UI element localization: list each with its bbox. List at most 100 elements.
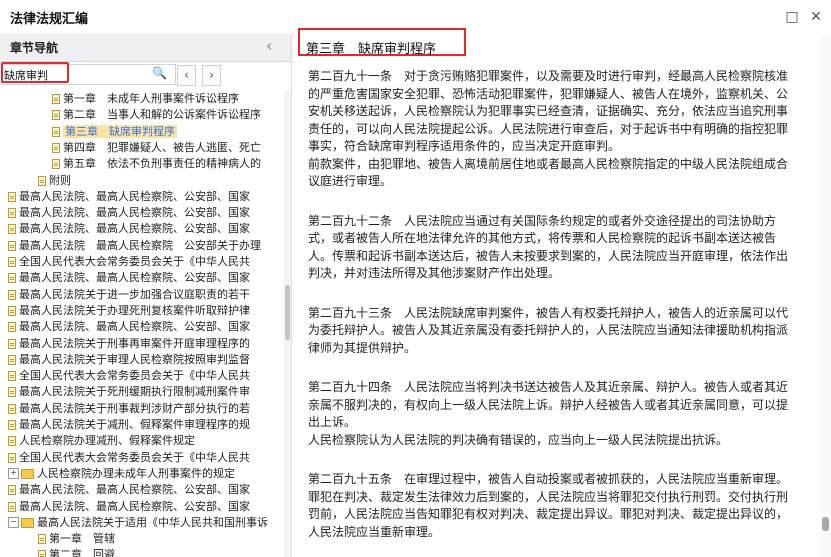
tree-item[interactable]: 最高人民法院关于减刑、假释案件审理程序的规 bbox=[0, 417, 284, 432]
tree-item-label[interactable]: 最高人民法院 最高人民检察院 公安部关于办理 bbox=[19, 239, 261, 252]
tree-item[interactable]: 第五章 依法不负刑事责任的精神病人的 bbox=[0, 156, 284, 171]
tree-item-label[interactable]: 最高人民法院、最高人民检察院、公安部、国家 bbox=[19, 320, 250, 333]
chapter-tree: 第一章 未成年人刑事案件诉讼程序第二章 当事人和解的公诉案件诉讼程序 第三章 缺席… bbox=[0, 90, 284, 557]
prev-result-button[interactable]: ‹ bbox=[177, 65, 196, 86]
tree-item-label[interactable]: 人民检察院办理未成年人刑事案件的规定 bbox=[37, 467, 235, 480]
document-icon bbox=[8, 403, 16, 414]
restore-icon[interactable]: □ bbox=[782, 7, 802, 27]
tree-item-label[interactable]: 最高人民法院、最高人民检察院、公安部、国家 bbox=[19, 500, 250, 513]
tree-item[interactable]: 最高人民法院、最高人民检察院、公安部、国家 bbox=[0, 319, 284, 334]
document-icon bbox=[8, 420, 16, 430]
tree-item-label[interactable]: 最高人民法院、最高人民检察院、公安部、国家 bbox=[19, 222, 250, 235]
content-panel: 第三章 缺席审判程序 第二百九十一条 对于贪污贿赂犯罪案件，以及需要及时进行审判… bbox=[292, 28, 831, 557]
tree-item[interactable]: 最高人民法院关于死刑缓期执行限制减刑案件审 bbox=[0, 384, 284, 399]
tree-item-label[interactable]: 第一章 管辖 bbox=[49, 532, 115, 545]
article-paragraph: 第二百九十一条 对于贪污贿赂犯罪案件，以及需要及时进行审判，经最高人民检察院核准… bbox=[308, 69, 789, 153]
tree-item-label[interactable]: 人民检察院办理减刑、假释案件规定 bbox=[19, 434, 195, 447]
document-icon bbox=[8, 305, 16, 316]
tree-item-label[interactable]: 最高人民法院关于死刑缓期执行限制减刑案件审 bbox=[19, 385, 250, 398]
tree-item[interactable]: 第四章 犯罪嫌疑人、被告人逃匿、死亡 bbox=[0, 140, 284, 155]
tree-item[interactable]: 第一章 管辖 bbox=[0, 531, 284, 546]
tree-item[interactable]: 全国人民代表大会常务委员会关于《中华人民共 bbox=[0, 450, 284, 465]
tree-item[interactable]: 附则 bbox=[0, 173, 284, 188]
close-icon[interactable]: ✕ bbox=[806, 7, 826, 27]
tree-item-label[interactable]: 最高人民法院关于进一步加强合议庭职责的若干 bbox=[19, 288, 250, 301]
tree-item[interactable]: + 人民检察院办理未成年人刑事案件的规定 bbox=[0, 466, 284, 481]
tree-item[interactable]: 最高人民法院关于刑事裁判涉财产部分执行的若 bbox=[0, 401, 284, 416]
tree-item-label[interactable]: 第一章 未成年人刑事案件诉讼程序 bbox=[63, 92, 239, 105]
tree-item-label[interactable]: 最高人民法院关于刑事裁判涉财产部分执行的若 bbox=[19, 402, 250, 415]
content-scroll-thumb[interactable] bbox=[822, 517, 829, 531]
tree-item[interactable]: 最高人民法院关于进一步加强合议庭职责的若干 bbox=[0, 287, 284, 302]
article-paragraph: 第二百九十四条 人民法院应当将判决书送达被告人及其近亲属、辩护人。被告人或者其近… bbox=[308, 380, 789, 429]
collapse-panel-icon[interactable]: ‹ bbox=[266, 36, 272, 55]
tree-item[interactable]: 全国人民代表大会常务委员会关于《中华人民共 bbox=[0, 368, 284, 383]
search-row: 缺席审判 🔍 ‹ › bbox=[0, 62, 291, 88]
content-scrollbar[interactable] bbox=[820, 34, 831, 557]
tree-item[interactable]: 最高人民法院、最高人民检察院、公安部、国家 bbox=[0, 189, 284, 204]
document-icon bbox=[8, 338, 16, 349]
tree-item-label[interactable]: 第二章 当事人和解的公诉案件诉讼程序 bbox=[63, 108, 261, 121]
tree-item[interactable]: 最高人民法院、最高人民检察院、公安部、国家 bbox=[0, 205, 284, 220]
tree-item[interactable]: 最高人民法院 最高人民检察院 公安部关于办理 bbox=[0, 238, 284, 253]
tree-item-label[interactable]: 最高人民法院、最高人民检察院、公安部、国家 bbox=[19, 271, 250, 284]
tree-item[interactable]: 第二章 当事人和解的公诉案件诉讼程序 bbox=[0, 107, 284, 122]
folder-icon bbox=[21, 468, 34, 479]
tree-item[interactable]: 全国人民代表大会常务委员会关于《中华人民共 bbox=[0, 254, 284, 269]
chapter-nav-panel: 章节导航 ‹ 缺席审判 🔍 ‹ › 第一章 未成年人刑事案件诉讼程序第二章 当事… bbox=[0, 34, 292, 557]
tree-item-label[interactable]: 最高人民法院关于审理人民检察院按照审判监督 bbox=[19, 353, 250, 366]
tree-item-selected[interactable]: 第三章 缺席审判程序 bbox=[0, 124, 284, 139]
document-icon bbox=[8, 257, 16, 267]
document-icon bbox=[52, 110, 60, 121]
document-icon bbox=[52, 126, 60, 137]
expand-icon[interactable]: + bbox=[8, 468, 19, 480]
tree-item-label[interactable]: 第三章 缺席审判程序 bbox=[63, 124, 177, 138]
document-icon bbox=[8, 273, 16, 284]
document-icon bbox=[38, 175, 46, 186]
tree-scroll-thumb[interactable] bbox=[285, 285, 290, 340]
tree-item[interactable]: 最高人民法院、最高人民检察院、公安部、国家 bbox=[0, 482, 284, 497]
tree-item-label[interactable]: 最高人民法院关于刑事再审案件开庭审理程序的 bbox=[19, 337, 250, 350]
document-icon bbox=[8, 240, 16, 251]
tree-item[interactable]: 第二章 回避 bbox=[0, 547, 284, 557]
tree-item-label[interactable]: 最高人民法院关于减刑、假释案件审理程序的规 bbox=[19, 418, 250, 431]
tree-item-label[interactable]: 第四章 犯罪嫌疑人、被告人逃匿、死亡 bbox=[63, 141, 261, 154]
document-icon bbox=[8, 501, 16, 512]
search-input-value[interactable]: 缺席审判 bbox=[4, 67, 48, 83]
document-icon bbox=[52, 159, 60, 170]
article-paragraph: 罪犯在判决、裁定发生法律效力后到案的，人民法院应当将罪犯交付执行刑罚。交付执行刑… bbox=[308, 489, 789, 539]
tree-item-label[interactable]: 最高人民法院、最高人民检察院、公安部、国家 bbox=[19, 190, 250, 203]
tree-item-label[interactable]: 最高人民法院关于办理死刑复核案件听取辩护律 bbox=[19, 304, 250, 317]
tree-item-label[interactable]: 第二章 回避 bbox=[49, 548, 115, 557]
search-input[interactable]: 缺席审判 🔍 bbox=[1, 64, 176, 85]
document-icon bbox=[38, 550, 46, 557]
tree-item-label[interactable]: 全国人民代表大会常务委员会关于《中华人民共 bbox=[19, 451, 250, 464]
tree-item[interactable]: 最高人民法院、最高人民检察院、公安部、国家 bbox=[0, 270, 284, 285]
tree-scrollbar[interactable] bbox=[284, 90, 291, 557]
tree-item-label[interactable]: 附则 bbox=[49, 174, 71, 187]
chapter-nav-title: 章节导航 bbox=[10, 41, 59, 55]
search-icon[interactable]: 🔍 bbox=[152, 66, 167, 80]
tree-item-label[interactable]: 第五章 依法不负刑事责任的精神病人的 bbox=[63, 157, 261, 170]
tree-item[interactable]: 第一章 未成年人刑事案件诉讼程序 bbox=[0, 91, 284, 106]
collapse-icon[interactable]: − bbox=[8, 517, 19, 529]
tree-item-label[interactable]: 最高人民法院、最高人民检察院、公安部、国家 bbox=[19, 483, 250, 496]
tree-item[interactable]: 人民检察院办理减刑、假释案件规定 bbox=[0, 433, 284, 448]
document-icon bbox=[8, 436, 16, 447]
tree-item[interactable]: 最高人民法院关于办理死刑复核案件听取辩护律 bbox=[0, 303, 284, 318]
next-result-button[interactable]: › bbox=[202, 65, 221, 86]
tree-item-label[interactable]: 全国人民代表大会常务委员会关于《中华人民共 bbox=[19, 255, 250, 268]
document-icon bbox=[8, 354, 16, 365]
tree-item-label[interactable]: 最高人民法院、最高人民检察院、公安部、国家 bbox=[19, 206, 250, 219]
tree-item[interactable]: 最高人民法院关于审理人民检察院按照审判监督 bbox=[0, 352, 284, 367]
article-paragraph: 第二百九十二条 人民法院应当通过有关国际条约规定的或者外交途径提出的司法协助方式… bbox=[308, 213, 789, 281]
tree-item-label[interactable]: 全国人民代表大会常务委员会关于《中华人民共 bbox=[19, 369, 250, 382]
article-paragraph: 人民检察院认为人民法院的判决确有错误的，应当向上一级人民法院提出抗诉。 bbox=[308, 432, 729, 447]
tree-item-label[interactable]: 最高人民法院关于适用《中华人民共和国刑事诉 bbox=[37, 516, 268, 529]
tree-item[interactable]: 最高人民法院、最高人民检察院、公安部、国家 bbox=[0, 499, 284, 514]
tree-item[interactable]: 最高人民法院关于刑事再审案件开庭审理程序的 bbox=[0, 336, 284, 351]
tree-item[interactable]: − 最高人民法院关于适用《中华人民共和国刑事诉 bbox=[0, 515, 284, 530]
tree-item[interactable]: 最高人民法院、最高人民检察院、公安部、国家 bbox=[0, 221, 284, 236]
document-icon bbox=[8, 289, 16, 300]
